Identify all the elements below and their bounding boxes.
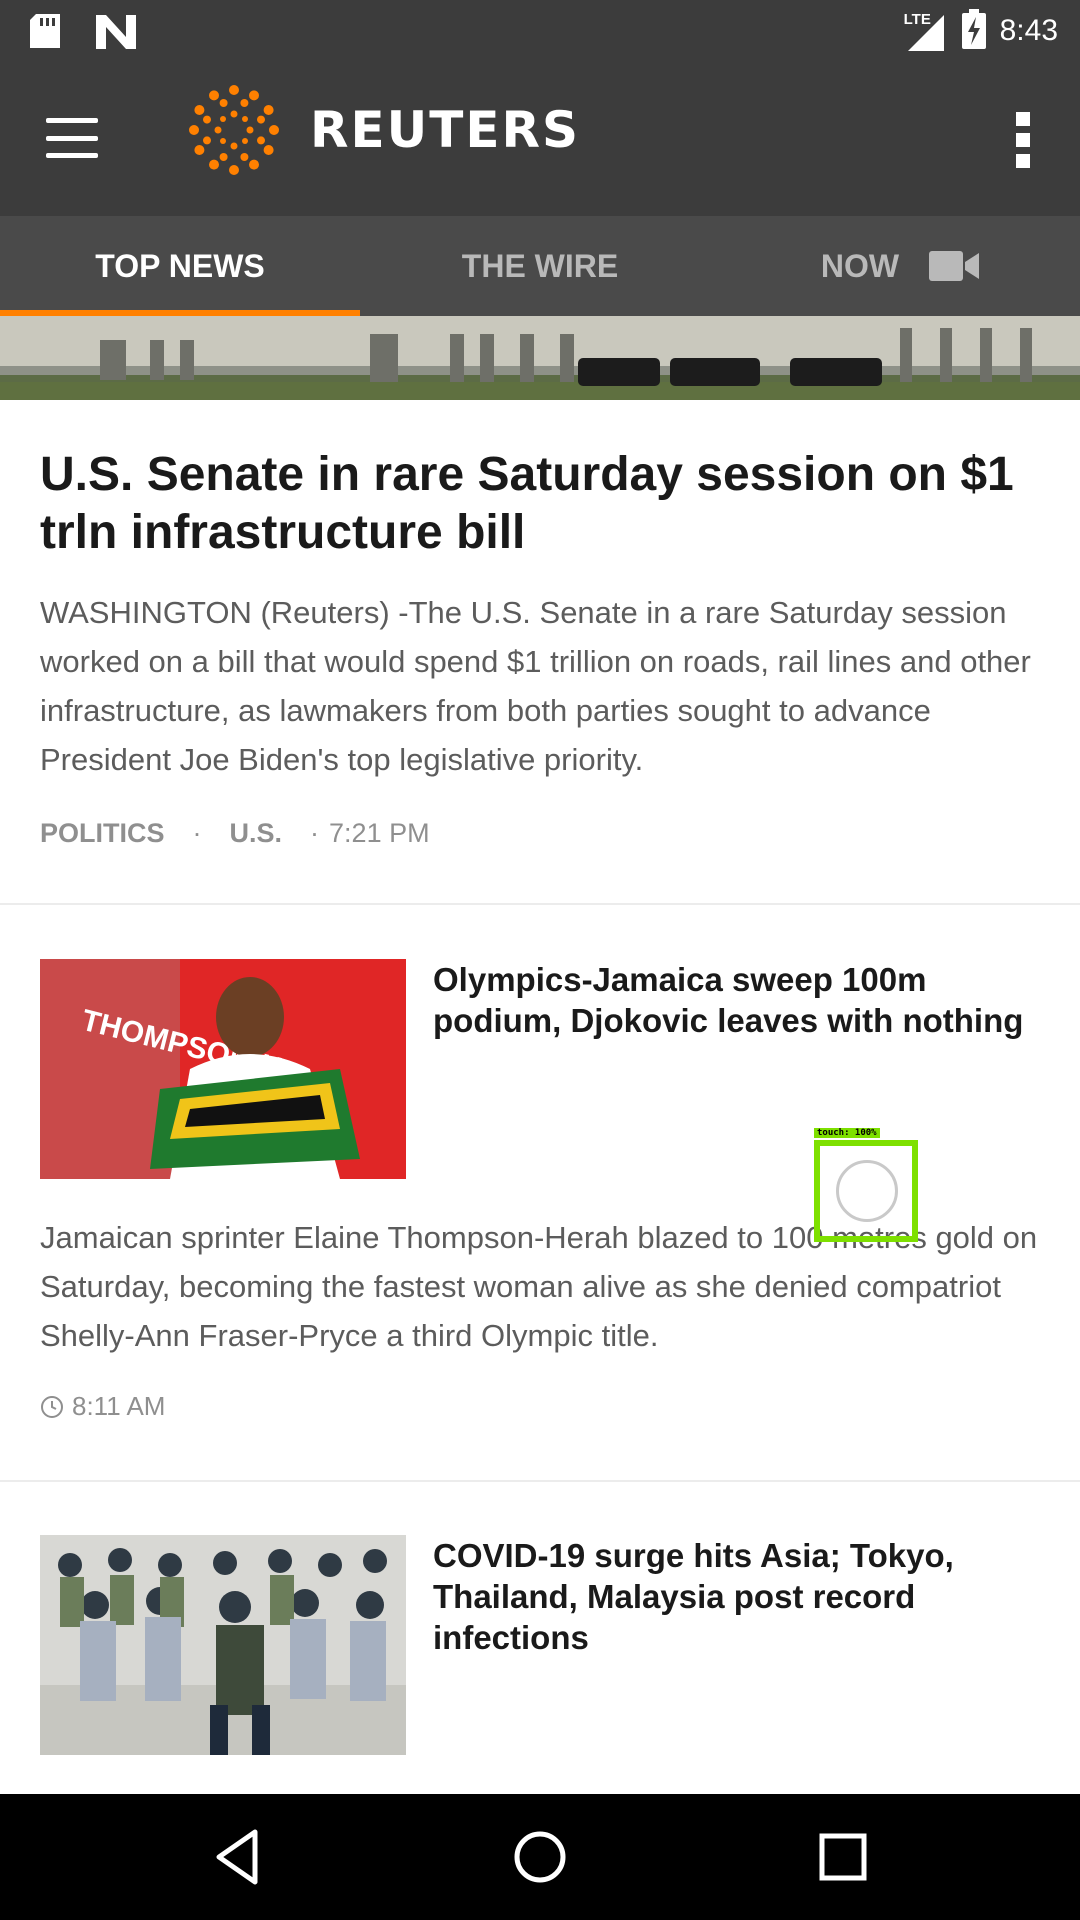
- top-story-headline[interactable]: U.S. Senate in rare Saturday session on …: [40, 446, 1040, 562]
- touch-point: [836, 1160, 898, 1222]
- lte-signal-icon: LTE: [904, 11, 948, 51]
- story-time: 8:11 AM: [72, 1391, 166, 1421]
- top-story-summary: WASHINGTON (Reuters) -The U.S. Senate in…: [40, 595, 1031, 777]
- battery-charging-icon: [961, 8, 986, 54]
- top-story-time: 7:21 PM: [329, 818, 430, 848]
- video-camera-icon: [929, 251, 980, 281]
- reuters-logo: REUTERS: [186, 82, 580, 178]
- tab-top-news[interactable]: TOP NEWS: [0, 216, 360, 316]
- clock-icon: [41, 1395, 63, 1418]
- story-headline[interactable]: Olympics-Jamaica sweep 100m podium, Djok…: [433, 959, 1033, 1041]
- overflow-menu-icon[interactable]: [1016, 112, 1030, 168]
- touch-indicator: [814, 1140, 918, 1242]
- story-thumbnail[interactable]: THOMPSON-H: [40, 959, 406, 1179]
- status-time: 8:43: [999, 14, 1058, 47]
- app-title: REUTERS: [310, 101, 581, 159]
- meta-separator: ·: [310, 818, 320, 848]
- tab-bar: TOP NEWS THE WIRE NOW: [0, 216, 1080, 316]
- list-item[interactable]: THOMPSON-H Olympics-Jamaica sweep 100m p…: [0, 959, 1080, 1479]
- home-icon[interactable]: [507, 1824, 573, 1890]
- tab-the-wire[interactable]: THE WIRE: [360, 216, 720, 316]
- story-headline[interactable]: COVID-19 surge hits Asia; Tokyo, Thailan…: [433, 1535, 1033, 1658]
- tag-us[interactable]: U.S.: [230, 818, 283, 849]
- tab-label: THE WIRE: [461, 247, 619, 284]
- list-item[interactable]: COVID-19 surge hits Asia; Tokyo, Thailan…: [0, 1535, 1080, 1765]
- reuters-logo-icon: [189, 85, 279, 175]
- divider: [0, 1480, 1080, 1482]
- menu-icon[interactable]: [46, 118, 98, 158]
- tab-label: TOP NEWS: [95, 247, 265, 284]
- status-bar: LTE 8:43: [0, 0, 1080, 62]
- recents-icon[interactable]: [810, 1824, 876, 1890]
- story-thumbnail[interactable]: [40, 1535, 406, 1755]
- meta-separator: ·: [192, 818, 202, 848]
- sd-card-icon: [30, 14, 62, 55]
- navigation-bar: [0, 1794, 1080, 1920]
- back-icon[interactable]: [205, 1824, 271, 1890]
- top-story-image[interactable]: [0, 316, 1080, 400]
- tab-now[interactable]: NOW: [720, 216, 1080, 316]
- tab-label: NOW: [820, 247, 900, 284]
- app-bar: REUTERS: [0, 62, 1080, 216]
- n-app-icon: [96, 15, 136, 54]
- top-story[interactable]: U.S. Senate in rare Saturday session on …: [0, 400, 1080, 905]
- top-story-meta: POLITICS · U.S. · 7:21 PM: [40, 818, 430, 849]
- tag-politics[interactable]: POLITICS: [40, 818, 165, 849]
- touch-indicator-label: touch: 100%: [814, 1128, 880, 1138]
- story-timestamp: 8:11 AM: [40, 1391, 165, 1422]
